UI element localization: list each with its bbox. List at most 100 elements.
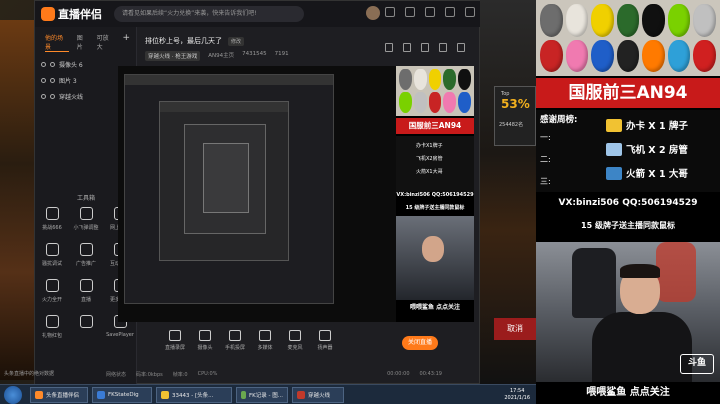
mail-icon[interactable] — [385, 7, 395, 17]
media-button[interactable]: 多媒体 — [254, 330, 276, 351]
tab-zoom[interactable]: 可放大 — [97, 33, 115, 52]
taskbar-item[interactable]: FKStateDig — [92, 386, 152, 403]
preview-actions — [385, 43, 465, 52]
shield-icon — [45, 243, 59, 256]
bell-icon[interactable] — [439, 43, 447, 52]
edit-title-button[interactable]: 修改 — [228, 37, 245, 46]
clock-date: 2021/1/16 — [504, 394, 530, 401]
screen-icon — [169, 330, 181, 341]
overlay-caption: 喂喂鲨鱼 点点关注 — [586, 387, 670, 398]
mirror-bar — [125, 75, 333, 85]
streamer-body — [592, 312, 692, 382]
gift-promo: 15 级牌子送主播同款鼠标 — [581, 221, 675, 230]
lock-icon[interactable] — [50, 77, 55, 83]
popularity-count: 7191 — [274, 51, 289, 57]
tool-blank[interactable] — [69, 315, 103, 339]
visibility-icon[interactable] — [41, 61, 46, 67]
bottom-tool-list: 直播录屏 摄像头 手机投屏 多媒体 麦克风 扬声器 — [164, 330, 336, 351]
app-name: 直播伴侣 — [58, 8, 102, 21]
tool-live[interactable]: 直播 — [69, 279, 103, 303]
tool-label: 手机投屏 — [224, 345, 245, 351]
visibility-icon[interactable] — [41, 77, 46, 83]
app-icon — [35, 390, 43, 399]
mouse-icon — [642, 39, 665, 72]
gift-icon — [45, 315, 59, 328]
status-bar: 网络状态 码率:0kbps 帧率:0 CPU:0% 00:00:00 00:43… — [104, 366, 446, 382]
lock-icon[interactable] — [50, 61, 55, 67]
tool-debug[interactable]: 骚扰调试 — [35, 243, 69, 267]
streamer-hair — [620, 264, 660, 278]
mouse-icon — [667, 39, 691, 72]
lock-icon[interactable] — [50, 93, 55, 99]
add-source-button[interactable]: + — [122, 33, 130, 52]
prize-text: 火箭 X 1 大哥 — [626, 169, 688, 180]
overlay-title: 国服前三AN94 — [536, 78, 720, 108]
camera-button[interactable]: 摄像头 — [194, 330, 216, 351]
live-title-text: 排位秒上号，最后几天了 — [145, 37, 222, 45]
taskbar-item[interactable]: 33443 - [头条... — [156, 386, 232, 403]
tool-dart[interactable]: 小飞弹调整 — [69, 207, 103, 231]
lock-icon[interactable] — [385, 43, 393, 52]
upload-icon[interactable] — [421, 43, 429, 52]
avatar[interactable] — [366, 6, 380, 20]
source-label: 穿越火线 — [59, 93, 84, 101]
cpu-usage: CPU:0% — [197, 371, 218, 377]
mouse-icon — [616, 39, 640, 72]
taskbar-label: FK记录 - 图... — [249, 392, 283, 399]
network-status: 网络状态 — [106, 371, 127, 378]
speaker-button[interactable]: 扬声器 — [314, 330, 336, 351]
tool-gift[interactable]: 礼物红包 — [35, 315, 69, 339]
tab-scene[interactable]: 他的场景 — [45, 33, 69, 52]
stop-live-button[interactable]: 关闭直播 — [402, 336, 438, 350]
mouse-icon — [591, 39, 614, 72]
start-button[interactable] — [4, 385, 22, 404]
screen-record-button[interactable]: 直播录屏 — [164, 330, 186, 351]
mouse-icon — [413, 92, 427, 113]
phone-cast-button[interactable]: 手机投屏 — [224, 330, 246, 351]
visibility-icon[interactable] — [41, 93, 46, 99]
clock[interactable]: 17:54 2021/1/16 — [504, 388, 530, 402]
minimize-icon[interactable] — [445, 7, 455, 17]
settings-icon[interactable] — [457, 43, 465, 52]
taskbar-item[interactable]: 穿越火线 — [292, 386, 344, 403]
menu-icon[interactable] — [425, 7, 435, 17]
microphone-icon — [289, 330, 301, 341]
card-icon — [606, 118, 622, 132]
tab-image[interactable]: 图片 — [77, 33, 89, 52]
microphone-button[interactable]: 麦克风 — [284, 330, 306, 351]
live-preview[interactable]: 国服前三AN94 办卡X1牌子 飞机X2房管 火箭X1大哥 VX:binzi50… — [118, 66, 474, 322]
chair — [572, 248, 616, 318]
close-icon[interactable] — [465, 7, 475, 17]
tool-ads[interactable]: 广告推广 — [69, 243, 103, 267]
cancel-button[interactable]: 取消 — [494, 318, 536, 340]
tool-label: 广告推广 — [75, 261, 96, 267]
taskbar-item[interactable]: FK记录 - 图... — [236, 386, 288, 403]
tool-label: 麦克风 — [287, 345, 303, 351]
mouse-icon — [693, 4, 716, 37]
mouse-showcase-mini — [396, 66, 474, 116]
mirror-preview-1 — [124, 74, 334, 304]
megaphone-icon — [79, 243, 93, 256]
chair-red — [656, 242, 696, 302]
mirror-bar — [160, 102, 288, 112]
mouse-icon — [591, 4, 614, 37]
tool-label: 火力全开 — [41, 297, 62, 303]
prize-card: 办卡 X 1 牌子 — [606, 118, 688, 132]
tool-label: 礼物红包 — [41, 333, 62, 339]
category-badge[interactable]: 穿越火线 · 枪王游戏 — [145, 51, 201, 61]
tool-label: 多媒体 — [257, 345, 273, 351]
tool-challenge[interactable]: 挑战666 — [35, 207, 69, 231]
tool-label: 摄像头 — [197, 345, 213, 351]
notice-banner[interactable]: 请看见如果后续“火力兑换”来袭，快来告诉我们吧! — [114, 6, 304, 22]
taskbar-label: 33443 - [头条... — [172, 392, 214, 399]
copy-icon[interactable] — [403, 43, 411, 52]
taskbar-item[interactable]: 头条直播伴侣 — [30, 386, 88, 403]
mouse-icon — [458, 69, 471, 90]
mini-prize: 办卡X1牌子 — [416, 143, 443, 149]
bottom-toolbar: 直播录屏 摄像头 手机投屏 多媒体 麦克风 扬声器 关闭直播 — [104, 326, 446, 366]
mirror-preview-3 — [184, 124, 266, 234]
tool-fire[interactable]: 火力全开 — [35, 279, 69, 303]
shirt-icon[interactable] — [405, 7, 415, 17]
mouse-icon — [399, 92, 412, 113]
mirror-preview-4 — [203, 143, 249, 213]
